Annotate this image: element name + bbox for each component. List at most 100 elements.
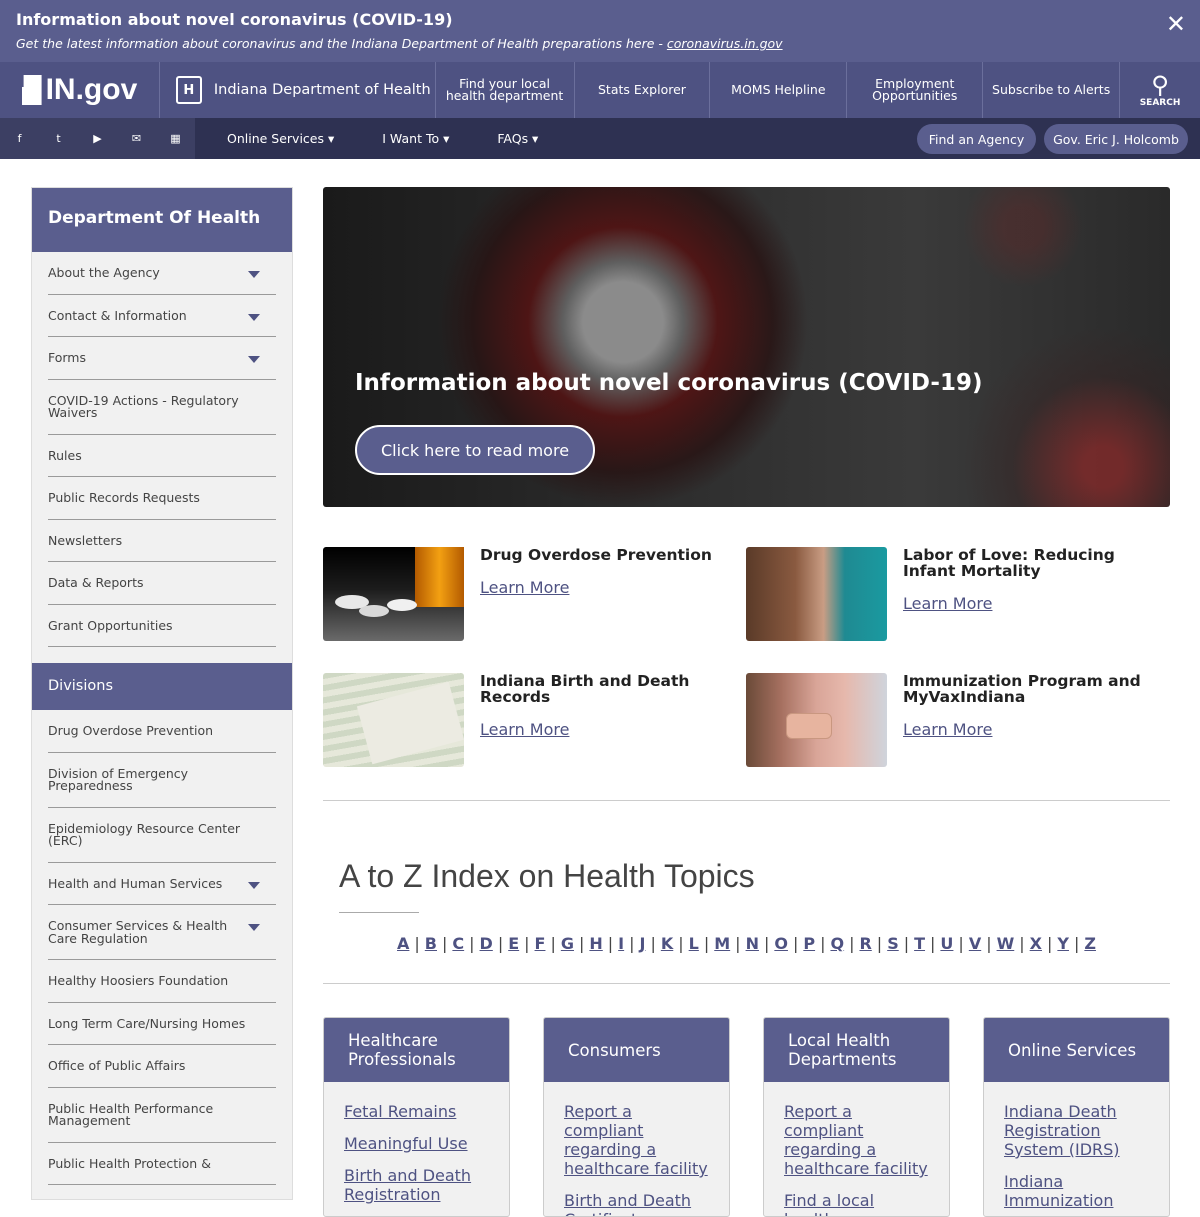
feature-card: Labor of Love: Reducing Infant Mortality… (746, 547, 1170, 643)
feature-learn-more-link[interactable]: Learn More (480, 578, 569, 597)
category-link[interactable]: Birth and Death Certificates (564, 1191, 709, 1216)
chevron-down-icon[interactable] (248, 313, 260, 321)
certificate-paper-shape (356, 681, 465, 765)
az-letter-link[interactable]: U (940, 934, 953, 953)
sidebar-item[interactable]: Forms (48, 337, 276, 380)
sidebar-item[interactable]: Public Health Performance Management (48, 1088, 276, 1143)
feature-title: Drug Overdose Prevention (480, 546, 712, 564)
az-letter-link[interactable]: G (561, 934, 574, 953)
category-link[interactable]: Indiana Death Registration System (IDRS) (1004, 1102, 1149, 1159)
youtube-icon[interactable]: ▶ (78, 118, 117, 159)
sidebar-item[interactable]: Public Records Requests (48, 477, 276, 520)
az-letter-link[interactable]: H (589, 934, 602, 953)
chevron-down-icon[interactable] (248, 271, 260, 278)
sidebar-item[interactable]: Drug Overdose Prevention (48, 710, 276, 753)
feature-learn-more-link[interactable]: Learn More (903, 594, 992, 613)
governor-button[interactable]: Gov. Eric J. Holcomb (1044, 124, 1188, 154)
nav-find-local-health[interactable]: Find your local health department (436, 62, 575, 118)
category-link[interactable]: Report a compliant regarding a healthcar… (564, 1102, 709, 1178)
sidebar-item[interactable]: Health and Human Services (48, 863, 276, 905)
az-letter-link[interactable]: S (887, 934, 899, 953)
az-letter-link[interactable]: D (480, 934, 493, 953)
feature-learn-more-link[interactable]: Learn More (903, 720, 992, 739)
alert-link[interactable]: coronavirus.in.gov (667, 36, 783, 51)
chevron-down-icon[interactable] (248, 924, 260, 931)
az-letter-link[interactable]: X (1030, 934, 1042, 953)
sidebar-item[interactable]: Public Health Protection & (48, 1143, 276, 1185)
sidebar-item[interactable]: Grant Opportunities (48, 605, 276, 647)
az-letter-link[interactable]: P (803, 934, 815, 953)
menu-i-want-to[interactable]: I Want To ▾ (382, 131, 449, 146)
sidebar-item-label: Long Term Care/Nursing Homes (48, 1015, 246, 1031)
az-letter-link[interactable]: T (914, 934, 925, 953)
alert-title: Information about novel coronavirus (COV… (16, 10, 453, 29)
az-letter-link[interactable]: A (397, 934, 409, 953)
close-icon[interactable]: ✕ (1166, 12, 1186, 36)
health-dept-icon: H (175, 76, 202, 104)
az-letter-link[interactable]: L (689, 934, 699, 953)
sidebar-item[interactable]: Long Term Care/Nursing Homes (48, 1003, 276, 1045)
search-label: SEARCH (1139, 98, 1181, 108)
calendar-icon[interactable]: ▦ (156, 118, 195, 159)
az-letter-link[interactable]: B (425, 934, 437, 953)
az-letter-link[interactable]: C (452, 934, 464, 953)
az-letter-link[interactable]: Z (1084, 934, 1096, 953)
twitter-icon[interactable]: t (39, 118, 78, 159)
pill-bottle-shape (415, 547, 464, 607)
dept-home-link[interactable]: H Indiana Department of Health (160, 62, 436, 118)
sidebar-item-label: Public Health Performance Management (48, 1100, 214, 1128)
sidebar-item[interactable]: About the Agency (48, 252, 276, 295)
divisions-title: Divisions (32, 663, 292, 710)
ingov-logo[interactable]: IN.gov (0, 62, 160, 118)
az-letter-link[interactable]: Y (1057, 934, 1069, 953)
nav-moms-helpline[interactable]: MOMS Helpline (710, 62, 848, 118)
az-separator: | (1046, 934, 1053, 953)
az-letter-link[interactable]: F (535, 934, 546, 953)
az-separator: | (903, 934, 910, 953)
az-letter-link[interactable]: W (997, 934, 1015, 953)
chevron-down-icon[interactable] (248, 356, 260, 363)
nav-subscribe-alerts[interactable]: Subscribe to Alerts (983, 62, 1121, 118)
az-letter-link[interactable]: R (859, 934, 871, 953)
az-letter-link[interactable]: I (618, 934, 624, 953)
feature-card: Drug Overdose Prevention Learn More (323, 547, 747, 643)
az-letter-link[interactable]: O (774, 934, 788, 953)
nav-stats-explorer[interactable]: Stats Explorer (575, 62, 711, 118)
feature-card: Indiana Birth and Death Records Learn Mo… (323, 673, 747, 769)
category-link[interactable]: Fetal Remains (344, 1102, 489, 1121)
sidebar-item[interactable]: Epidemiology Resource Center (ERC) (48, 808, 276, 863)
az-letter-link[interactable]: Q (830, 934, 844, 953)
sidebar-item[interactable]: Data & Reports (48, 562, 276, 605)
az-separator: | (497, 934, 504, 953)
menu-online-services[interactable]: Online Services ▾ (227, 131, 334, 146)
sidebar-item[interactable]: Healthy Hoosiers Foundation (48, 960, 276, 1003)
search-button[interactable]: ⚲ SEARCH (1120, 62, 1200, 118)
az-letter-link[interactable]: N (746, 934, 759, 953)
sidebar-item[interactable]: Division of Emergency Preparedness (48, 753, 276, 808)
nav-employment[interactable]: Employment Opportunities (847, 62, 984, 118)
category-link[interactable]: Report a compliant regarding a healthcar… (784, 1102, 929, 1178)
menu-faqs[interactable]: FAQs ▾ (497, 131, 538, 146)
az-letter-link[interactable]: V (969, 934, 981, 953)
category-link[interactable]: Find a local health department (784, 1191, 929, 1216)
chevron-down-icon[interactable] (248, 881, 260, 889)
az-letter-link[interactable]: M (714, 934, 730, 953)
read-more-button[interactable]: Click here to read more (355, 425, 595, 475)
sidebar-item[interactable]: COVID-19 Actions - Regulatory Waivers (48, 380, 276, 435)
sidebar-item[interactable]: Rules (48, 435, 276, 477)
sidebar-item[interactable]: Contact & Information (48, 295, 276, 337)
az-letter-link[interactable]: J (640, 934, 646, 953)
category-link[interactable]: Indiana Immunization (1004, 1172, 1149, 1210)
az-letter-link[interactable]: E (508, 934, 519, 953)
az-letter-link[interactable]: K (661, 934, 673, 953)
sidebar-item[interactable]: Office of Public Affairs (48, 1045, 276, 1088)
facebook-icon[interactable]: f (0, 118, 39, 159)
feature-learn-more-link[interactable]: Learn More (480, 720, 569, 739)
category-link[interactable]: Meaningful Use (344, 1134, 489, 1153)
category-link[interactable]: Birth and Death Registration (344, 1166, 489, 1204)
sidebar-item[interactable]: Consumer Services & Health Care Regulati… (48, 905, 276, 960)
sidebar-item[interactable]: Newsletters (48, 520, 276, 562)
find-agency-button[interactable]: Find an Agency (917, 124, 1036, 154)
az-separator: | (550, 934, 556, 953)
email-icon[interactable]: ✉ (117, 118, 156, 159)
